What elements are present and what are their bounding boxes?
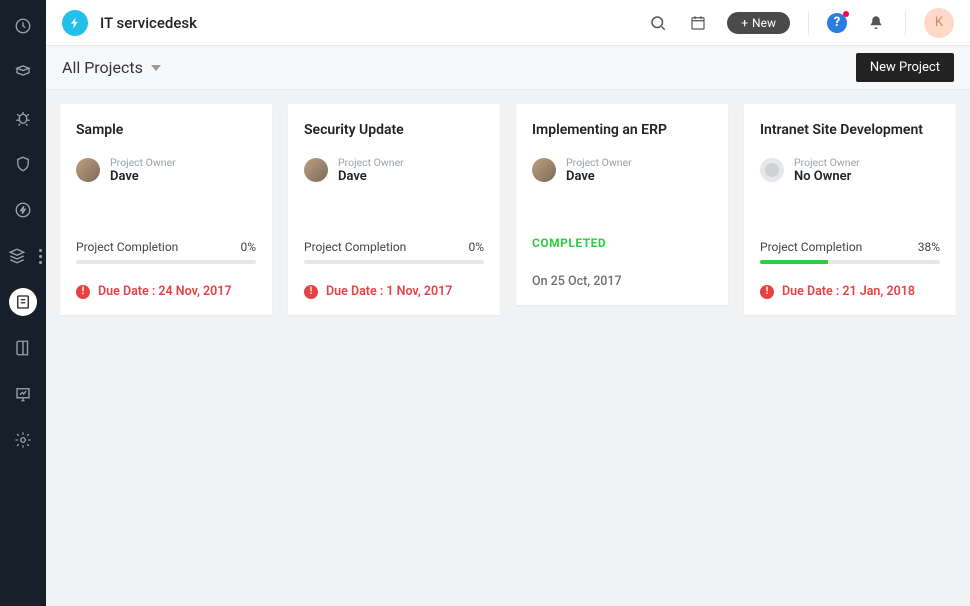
project-card[interactable]: Sample Project OwnerDave Project Completio… — [60, 104, 272, 315]
due-date: ! Due Date : 21 Jan, 2018 — [760, 284, 940, 299]
sidebar-bolt-icon[interactable] — [9, 196, 37, 224]
progress-bar — [76, 260, 256, 264]
completion-row: Project Completion 0% — [76, 240, 256, 254]
owner-avatar-icon — [76, 158, 100, 182]
progress-bar — [760, 260, 940, 264]
owner-row: Project OwnerNo Owner — [760, 156, 940, 184]
project-card[interactable]: Implementing an ERP Project OwnerDave COMP… — [516, 104, 728, 305]
divider — [808, 11, 809, 35]
sidebar-bug-icon[interactable] — [9, 104, 37, 132]
brand-logo-icon — [62, 10, 88, 36]
sidebar-more-icon[interactable] — [37, 249, 43, 264]
new-project-button[interactable]: New Project — [856, 53, 954, 82]
projects-grid: SampleProject OwnerDaveProject Completio… — [46, 90, 970, 606]
completion-label: Project Completion — [760, 240, 862, 254]
project-title: Implementing an ERP — [532, 122, 712, 138]
progress-bar — [304, 260, 484, 264]
user-avatar[interactable]: K — [924, 8, 954, 38]
owner-label: Project Owner — [566, 156, 632, 169]
divider — [905, 11, 906, 35]
completion-label: Project Completion — [76, 240, 178, 254]
project-card[interactable]: Security UpdateProject OwnerDaveProject … — [288, 104, 500, 315]
owner-name: Dave — [338, 169, 404, 184]
completed-badge: COMPLETED — [532, 236, 712, 250]
due-date-text: Due Date : 24 Nov, 2017 — [98, 284, 232, 299]
sidebar-tickets-icon[interactable] — [9, 58, 37, 86]
completion-percent: 0% — [468, 240, 484, 254]
owner-label: Project Owner — [338, 156, 404, 169]
completion-percent: 0% — [240, 240, 256, 254]
notification-dot-icon — [843, 11, 849, 17]
completion-percent: 38% — [918, 240, 940, 254]
project-card[interactable]: Intranet Site Development Project OwnerNo… — [744, 104, 956, 315]
alert-icon: ! — [760, 285, 774, 299]
completion-row: Project Completion 38% — [760, 240, 940, 254]
search-icon[interactable] — [647, 12, 669, 34]
progress-fill — [760, 260, 828, 264]
sidebar-layers-icon[interactable] — [3, 242, 31, 270]
chevron-down-icon — [151, 65, 161, 71]
due-date-text: Due Date : 21 Jan, 2018 — [782, 284, 915, 299]
owner-name: Dave — [566, 169, 632, 184]
sidebar-projects-icon[interactable] — [9, 288, 37, 316]
plus-icon: + — [741, 16, 748, 30]
owner-row: Project OwnerDave — [76, 156, 256, 184]
due-date: ! Due Date : 24 Nov, 2017 — [76, 284, 256, 299]
owner-row: Project OwnerDave — [304, 156, 484, 184]
owner-avatar-icon — [532, 158, 556, 182]
project-title: Sample — [76, 122, 256, 138]
project-title: Intranet Site Development — [760, 122, 940, 138]
filter-label: All Projects — [62, 58, 143, 77]
sidebar-shield-icon[interactable] — [9, 150, 37, 178]
owner-avatar-icon — [304, 158, 328, 182]
completion-date: On 25 Oct, 2017 — [532, 274, 712, 289]
sidebar-book-icon[interactable] — [9, 334, 37, 362]
projects-filter-dropdown[interactable]: All Projects — [62, 58, 161, 77]
bell-icon[interactable] — [865, 12, 887, 34]
sidebar-dashboard-icon[interactable] — [9, 12, 37, 40]
completion-row: Project Completion 0% — [304, 240, 484, 254]
due-date-text: Due Date : 1 Nov, 2017 — [326, 284, 452, 299]
page-title: IT servicedesk — [100, 14, 197, 32]
sidebar-reports-icon[interactable] — [9, 380, 37, 408]
sidebar-settings-icon[interactable] — [9, 426, 37, 454]
owner-label: Project Owner — [110, 156, 176, 169]
project-title: Security Update — [304, 122, 484, 138]
owner-label: Project Owner — [794, 156, 860, 169]
completion-label: Project Completion — [304, 240, 406, 254]
owner-row: Project OwnerDave — [532, 156, 712, 184]
owner-name: Dave — [110, 169, 176, 184]
sidebar — [0, 0, 46, 606]
due-date: ! Due Date : 1 Nov, 2017 — [304, 284, 484, 299]
owner-avatar-icon — [760, 158, 784, 182]
owner-name: No Owner — [794, 169, 860, 184]
topbar: IT servicedesk +New ? K — [46, 0, 970, 46]
alert-icon: ! — [304, 285, 318, 299]
calendar-icon[interactable] — [687, 12, 709, 34]
alert-icon: ! — [76, 285, 90, 299]
subheader: All Projects New Project — [46, 46, 970, 90]
new-button[interactable]: +New — [727, 12, 790, 34]
